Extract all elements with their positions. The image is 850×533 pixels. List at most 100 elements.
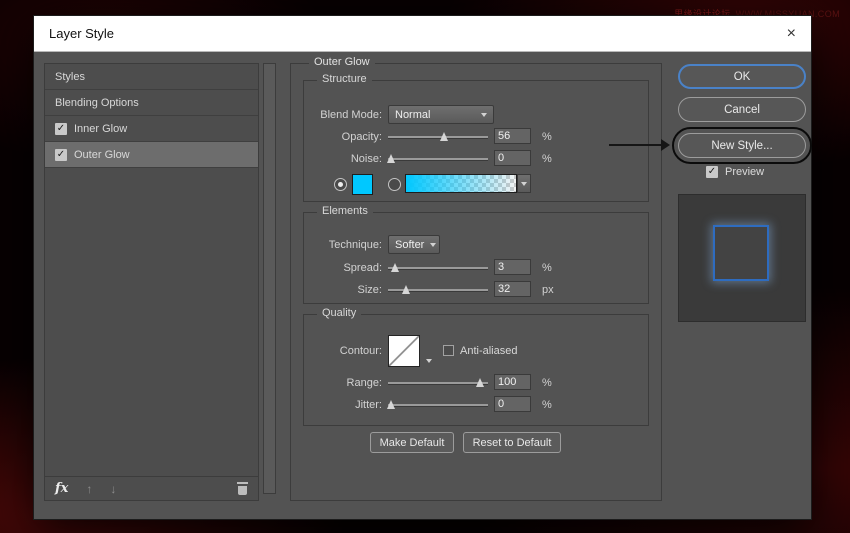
- sidebar-item-inner-glow[interactable]: ✓ Inner Glow: [45, 116, 258, 142]
- styles-list-panel: Styles Blending Options ✓ Inner Glow ✓ O…: [44, 63, 259, 501]
- slider-track: [388, 267, 488, 269]
- move-up-icon[interactable]: ↑: [86, 482, 92, 496]
- chevron-down-icon: [521, 182, 527, 186]
- size-unit: px: [542, 280, 554, 300]
- noise-row: Noise: 0 %: [304, 149, 648, 169]
- anti-aliased-checkbox[interactable]: [443, 345, 454, 356]
- reset-to-default-button[interactable]: Reset to Default: [463, 432, 561, 453]
- style-preview-thumbnail: [678, 194, 806, 322]
- slider-thumb[interactable]: [402, 285, 410, 294]
- pane-title: Outer Glow: [309, 56, 375, 68]
- preview-checkbox[interactable]: ✓: [706, 166, 718, 178]
- size-label: Size:: [304, 280, 382, 300]
- opacity-unit: %: [542, 127, 552, 147]
- cancel-button[interactable]: Cancel: [678, 97, 806, 122]
- color-radio-selected[interactable]: [334, 178, 347, 191]
- structure-group: Structure Blend Mode: Normal Opacity: 56…: [303, 80, 649, 202]
- technique-select[interactable]: Softer: [388, 235, 440, 254]
- technique-row: Technique: Softer: [304, 235, 648, 255]
- opacity-label: Opacity:: [304, 127, 382, 147]
- elements-group-label: Elements: [317, 205, 373, 217]
- blend-mode-select[interactable]: Normal: [388, 105, 494, 124]
- range-slider[interactable]: [388, 373, 488, 393]
- blend-mode-row: Blend Mode: Normal: [304, 105, 648, 125]
- noise-slider[interactable]: [388, 149, 488, 169]
- technique-value: Softer: [395, 239, 424, 251]
- noise-input[interactable]: 0: [494, 150, 531, 166]
- range-row: Range: 100 %: [304, 373, 648, 393]
- gradient-radio[interactable]: [388, 178, 401, 191]
- chevron-down-icon: [426, 359, 432, 363]
- slider-thumb[interactable]: [476, 378, 484, 387]
- noise-unit: %: [542, 149, 552, 169]
- slider-track: [388, 382, 488, 384]
- blend-mode-label: Blend Mode:: [304, 105, 382, 125]
- opacity-row: Opacity: 56 %: [304, 127, 648, 147]
- contour-label: Contour:: [304, 333, 382, 369]
- slider-thumb[interactable]: [387, 400, 395, 409]
- range-input[interactable]: 100: [494, 374, 531, 390]
- size-slider[interactable]: [388, 280, 488, 300]
- sidebar-item-label: Styles: [55, 71, 85, 83]
- jitter-row: Jitter: 0 %: [304, 395, 648, 415]
- preview-toggle: ✓ Preview: [706, 166, 764, 178]
- chevron-down-icon: [481, 113, 487, 117]
- structure-group-label: Structure: [317, 73, 372, 85]
- inner-glow-checkbox[interactable]: ✓: [55, 123, 67, 135]
- list-scrollbar[interactable]: [263, 63, 276, 494]
- sidebar-item-blending-options[interactable]: Blending Options: [45, 90, 258, 116]
- technique-label: Technique:: [304, 235, 382, 255]
- ok-button[interactable]: OK: [678, 64, 806, 89]
- slider-thumb[interactable]: [391, 263, 399, 272]
- jitter-input[interactable]: 0: [494, 396, 531, 412]
- noise-label: Noise:: [304, 149, 382, 169]
- contour-row: Contour: Anti-aliased: [304, 333, 648, 369]
- fx-icon[interactable]: fx: [55, 481, 68, 496]
- spread-input[interactable]: 3: [494, 259, 531, 275]
- range-label: Range:: [304, 373, 382, 393]
- sidebar-item-label: Blending Options: [55, 97, 139, 109]
- contour-picker-button[interactable]: [422, 355, 435, 367]
- anti-aliased-label: Anti-aliased: [460, 333, 517, 369]
- chevron-down-icon: [430, 243, 436, 247]
- spread-row: Spread: 3 %: [304, 258, 648, 278]
- slider-thumb[interactable]: [440, 132, 448, 141]
- jitter-label: Jitter:: [304, 395, 382, 415]
- move-down-icon[interactable]: ↓: [110, 482, 116, 496]
- spread-unit: %: [542, 258, 552, 278]
- opacity-slider[interactable]: [388, 127, 488, 147]
- dialog-title: Layer Style: [49, 26, 114, 41]
- spread-label: Spread:: [304, 258, 382, 278]
- gradient-preview[interactable]: [405, 174, 517, 193]
- trash-icon[interactable]: [237, 482, 248, 495]
- preview-glow-square: [713, 225, 769, 281]
- make-default-button[interactable]: Make Default: [370, 432, 454, 453]
- outer-glow-pane: Outer Glow Structure Blend Mode: Normal …: [290, 63, 662, 501]
- quality-group: Quality Contour: Anti-aliased Range: 100…: [303, 314, 649, 426]
- elements-group: Elements Technique: Softer Spread: 3 % S…: [303, 212, 649, 304]
- contour-thumbnail[interactable]: [388, 335, 420, 367]
- glow-color-swatch[interactable]: [352, 174, 373, 195]
- annotation-arrow-line: [609, 144, 663, 146]
- dialog-titlebar: Layer Style ×: [34, 16, 811, 52]
- slider-track: [388, 158, 488, 160]
- range-unit: %: [542, 373, 552, 393]
- preview-label: Preview: [725, 166, 764, 178]
- sidebar-item-outer-glow[interactable]: ✓ Outer Glow: [45, 142, 258, 168]
- opacity-input[interactable]: 56: [494, 128, 531, 144]
- jitter-unit: %: [542, 395, 552, 415]
- size-row: Size: 32 px: [304, 280, 648, 300]
- slider-thumb[interactable]: [387, 154, 395, 163]
- new-style-button[interactable]: New Style...: [678, 133, 806, 158]
- outer-glow-checkbox[interactable]: ✓: [55, 149, 67, 161]
- close-icon[interactable]: ×: [787, 26, 796, 42]
- spread-slider[interactable]: [388, 258, 488, 278]
- styles-list-footer: fx ↑ ↓: [45, 476, 258, 500]
- jitter-slider[interactable]: [388, 395, 488, 415]
- gradient-picker-button[interactable]: [517, 174, 531, 193]
- annotation-arrow-head: [661, 139, 670, 151]
- sidebar-item-label: Outer Glow: [74, 149, 130, 161]
- sidebar-item-styles[interactable]: Styles: [45, 64, 258, 90]
- size-input[interactable]: 32: [494, 281, 531, 297]
- sidebar-item-label: Inner Glow: [74, 123, 127, 135]
